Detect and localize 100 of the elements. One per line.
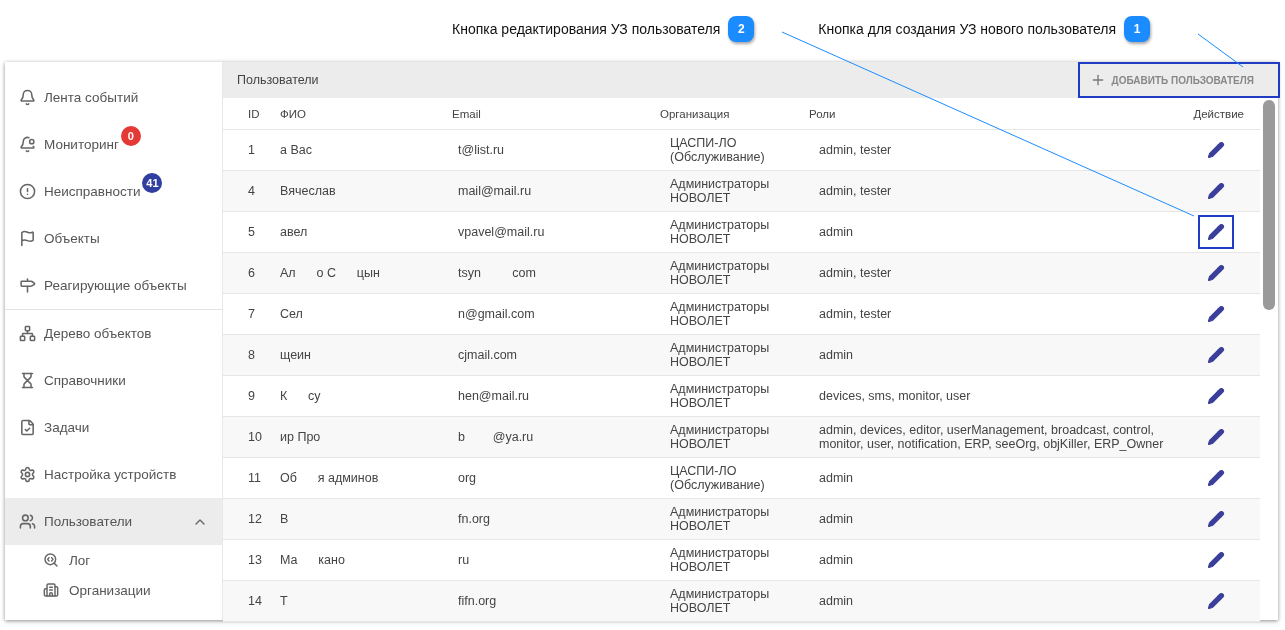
table-cell-text: admin, tester [818, 183, 893, 199]
pencil-icon [1207, 428, 1225, 446]
sidebar-item[interactable]: Пользователи [5, 498, 222, 545]
table-cell-text: Администраторы НОВОЛЕТ [669, 340, 771, 370]
table-cell-text: Администраторы НОВОЛЕТ [669, 217, 771, 247]
sidebar-label: Настройка устройств [44, 467, 177, 482]
scrollbar[interactable] [1263, 100, 1275, 310]
column-header: ID [247, 107, 261, 120]
count-badge: 41 [142, 172, 163, 193]
table-cell-text: В [280, 511, 290, 527]
table-cell-text: Администраторы НОВОЛЕТ [669, 258, 771, 288]
column-header: ФИО [280, 107, 307, 120]
sidebar-label: Неисправности [44, 184, 141, 199]
callout-text: Кнопка редактирования УЗ пользователя [452, 21, 721, 37]
hourglass-icon [19, 372, 36, 389]
table-cell-text: Т [280, 593, 289, 609]
pencil-icon [1207, 182, 1225, 200]
alert-icon [19, 183, 36, 200]
table-cell-text: admin, tester [818, 306, 893, 322]
table-cell-text: 12 [247, 511, 263, 527]
pencil-icon [1207, 305, 1225, 323]
sidebar-label: Пользователи [44, 514, 133, 529]
sidebar-label: Задачи [44, 420, 90, 435]
leader-line [1197, 33, 1244, 68]
table-cell-text: t@list.ru [457, 142, 506, 158]
sidebar-item[interactable]: Объекты [5, 215, 222, 262]
column-header: Email [452, 107, 482, 120]
settings-icon [19, 466, 36, 483]
sidebar-label: Реагирующие объекты [44, 278, 187, 293]
sidebar-label: Мониторинг [44, 137, 119, 152]
table-cell-text: 14 [247, 593, 263, 609]
table-cell-text: а Вас [280, 142, 313, 158]
table-cell-text: ЦАСПИ-ЛО (Обслуживание) [669, 463, 766, 493]
sidebar-item[interactable]: Неисправности 41 [5, 168, 222, 215]
table-cell-text: admin [818, 593, 855, 609]
table-cell-text: devices, sms, monitor, user [818, 388, 972, 404]
table-cell-text: Администраторы НОВОЛЕТ [669, 381, 771, 411]
table-cell-text: fn.org [457, 511, 491, 527]
edit-button[interactable] [1198, 215, 1234, 249]
sidebar-subitem[interactable]: Лог [5, 545, 222, 575]
table-cell-text: fifn.org [457, 593, 498, 609]
table-cell-text: 7 [247, 306, 256, 322]
pencil-icon [1207, 510, 1225, 528]
table-cell-text: b @ya.ru [457, 429, 535, 445]
table-cell-text: 6 [247, 265, 256, 281]
table-cell-text: Об я админов [280, 470, 380, 486]
sidebar-item[interactable]: Лента событий [5, 74, 222, 121]
pencil-icon [1207, 264, 1225, 282]
table-cell-text: tsyn com [457, 265, 537, 281]
flag-icon [19, 230, 36, 247]
sidebar-item[interactable]: Реагирующие объекты [5, 262, 222, 309]
pencil-icon [1207, 592, 1225, 610]
table-cell-text: Вячеслав [280, 183, 337, 199]
signpost-icon [19, 277, 36, 294]
sidebar-item[interactable]: Мониторинг 0 [5, 121, 222, 168]
table-cell-text: vpavel@mail.ru [457, 224, 546, 240]
tree-icon [19, 325, 36, 342]
table-cell-text: Администраторы НОВОЛЕТ [669, 545, 771, 575]
column-header: Организация [660, 107, 731, 120]
table-cell-text: cjmail.com [457, 347, 519, 363]
table-cell-text: Администраторы НОВОЛЕТ [669, 299, 771, 329]
table-cell-text: admin [818, 224, 855, 240]
pencil-icon [1207, 223, 1225, 241]
table-cell-text: ЦАСПИ-ЛО (Обслуживание) [669, 135, 766, 165]
pencil-icon [1207, 551, 1225, 569]
sidebar-item[interactable]: Задачи [5, 404, 222, 451]
sidebar-item[interactable]: Настройка устройств [5, 451, 222, 498]
bell-icon [19, 89, 36, 106]
pencil-icon [1207, 469, 1225, 487]
table-cell-text: admin [818, 552, 855, 568]
column-header: Действие [1192, 107, 1245, 120]
panel-title: Пользователи [237, 73, 319, 87]
table-cell-text: Ал о С цын [280, 265, 381, 281]
table-cell-text: admin [818, 347, 855, 363]
table-cell-text: Администраторы НОВОЛЕТ [669, 504, 771, 534]
sidebar-subitem[interactable]: Организации [5, 575, 222, 605]
table-cell-text: 8 [247, 347, 256, 363]
table-cell-text: 11 [247, 470, 262, 486]
sidebar-label: Организации [69, 582, 151, 598]
table-cell-text: mail@mail.ru [457, 183, 533, 199]
table-cell-text: 1 [247, 142, 256, 158]
callout-number: 2 [728, 16, 755, 42]
callout-text: Кнопка для создания УЗ нового пользователя [818, 21, 1117, 37]
document-check-icon [19, 419, 36, 436]
table-cell-text: admin [818, 511, 855, 527]
building-icon [43, 582, 59, 598]
table-cell-text: ru [457, 552, 471, 568]
table-cell-text: admin, tester [818, 142, 893, 158]
table-cell-text: Администраторы НОВОЛЕТ [669, 422, 771, 452]
sidebar-item[interactable]: Дерево объектов [5, 309, 222, 357]
pencil-icon [1207, 141, 1225, 159]
table-cell-text: admin [818, 470, 855, 486]
table-cell-text: hen@mail.ru [457, 388, 531, 404]
bell-icon [19, 136, 36, 153]
table-cell-text: авел [280, 224, 309, 240]
sidebar-item[interactable]: Справочники [5, 357, 222, 404]
table-cell-text: 9 [247, 388, 256, 404]
table-cell-text: n@gmail.com [457, 306, 536, 322]
pencil-icon [1207, 387, 1225, 405]
sidebar-label: Лог [69, 552, 91, 568]
